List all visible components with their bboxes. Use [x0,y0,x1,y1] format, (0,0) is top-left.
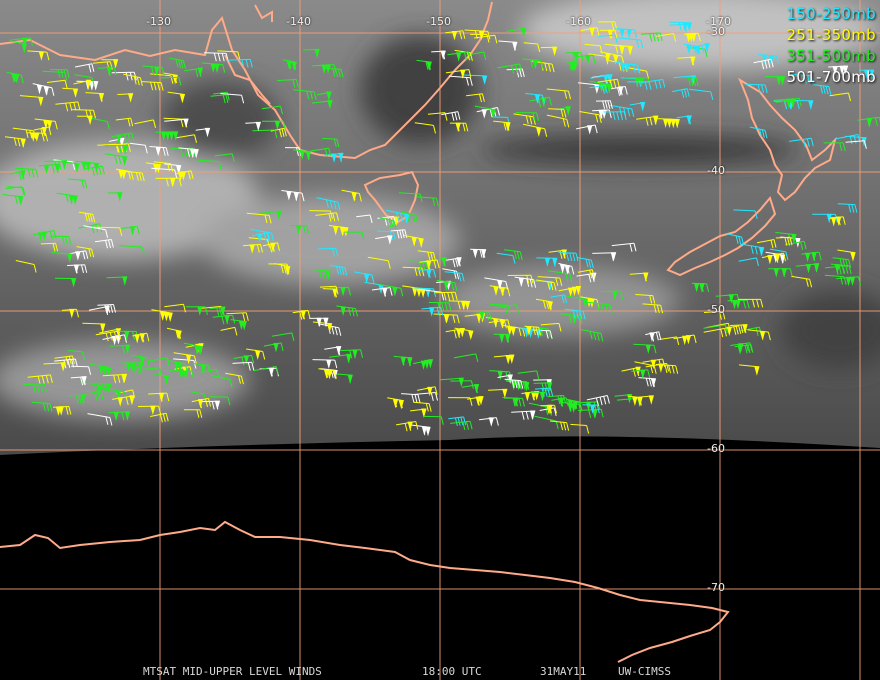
antarctica-coast [0,520,730,663]
latitude-label-50: -50 [707,303,725,316]
latitude-label-70: -70 [707,581,725,594]
footer-source: UW-CIMSS [618,665,671,678]
longitude-label-150: -150 [426,15,451,28]
legend-501-700mb: 501-700mb [786,68,876,86]
product-footer: MTSAT MID-UPPER LEVEL WINDS 18:00 UTC 31… [0,664,880,680]
latitude-label-40: -40 [707,164,725,177]
footer-time: 18:00 UTC [422,665,482,678]
latitude-label-30: -30 [707,25,725,38]
latitude-label-60: -60 [707,442,725,455]
longitude-label-140: -140 [286,15,311,28]
legend-150-250mb: 150-250mb [786,5,876,23]
satellite-wind-map: -130 -140 -150 -160 -170 -30 -40 -50 -60… [0,0,880,680]
longitude-label-160: -160 [566,15,591,28]
footer-product: MTSAT MID-UPPER LEVEL WINDS [143,665,322,678]
map-canvas [0,0,880,680]
longitude-label-130: -130 [146,15,171,28]
legend-251-350mb: 251-350mb [786,26,876,44]
legend-351-500mb: 351-500mb [786,47,876,65]
footer-date: 31MAY11 [540,665,587,678]
